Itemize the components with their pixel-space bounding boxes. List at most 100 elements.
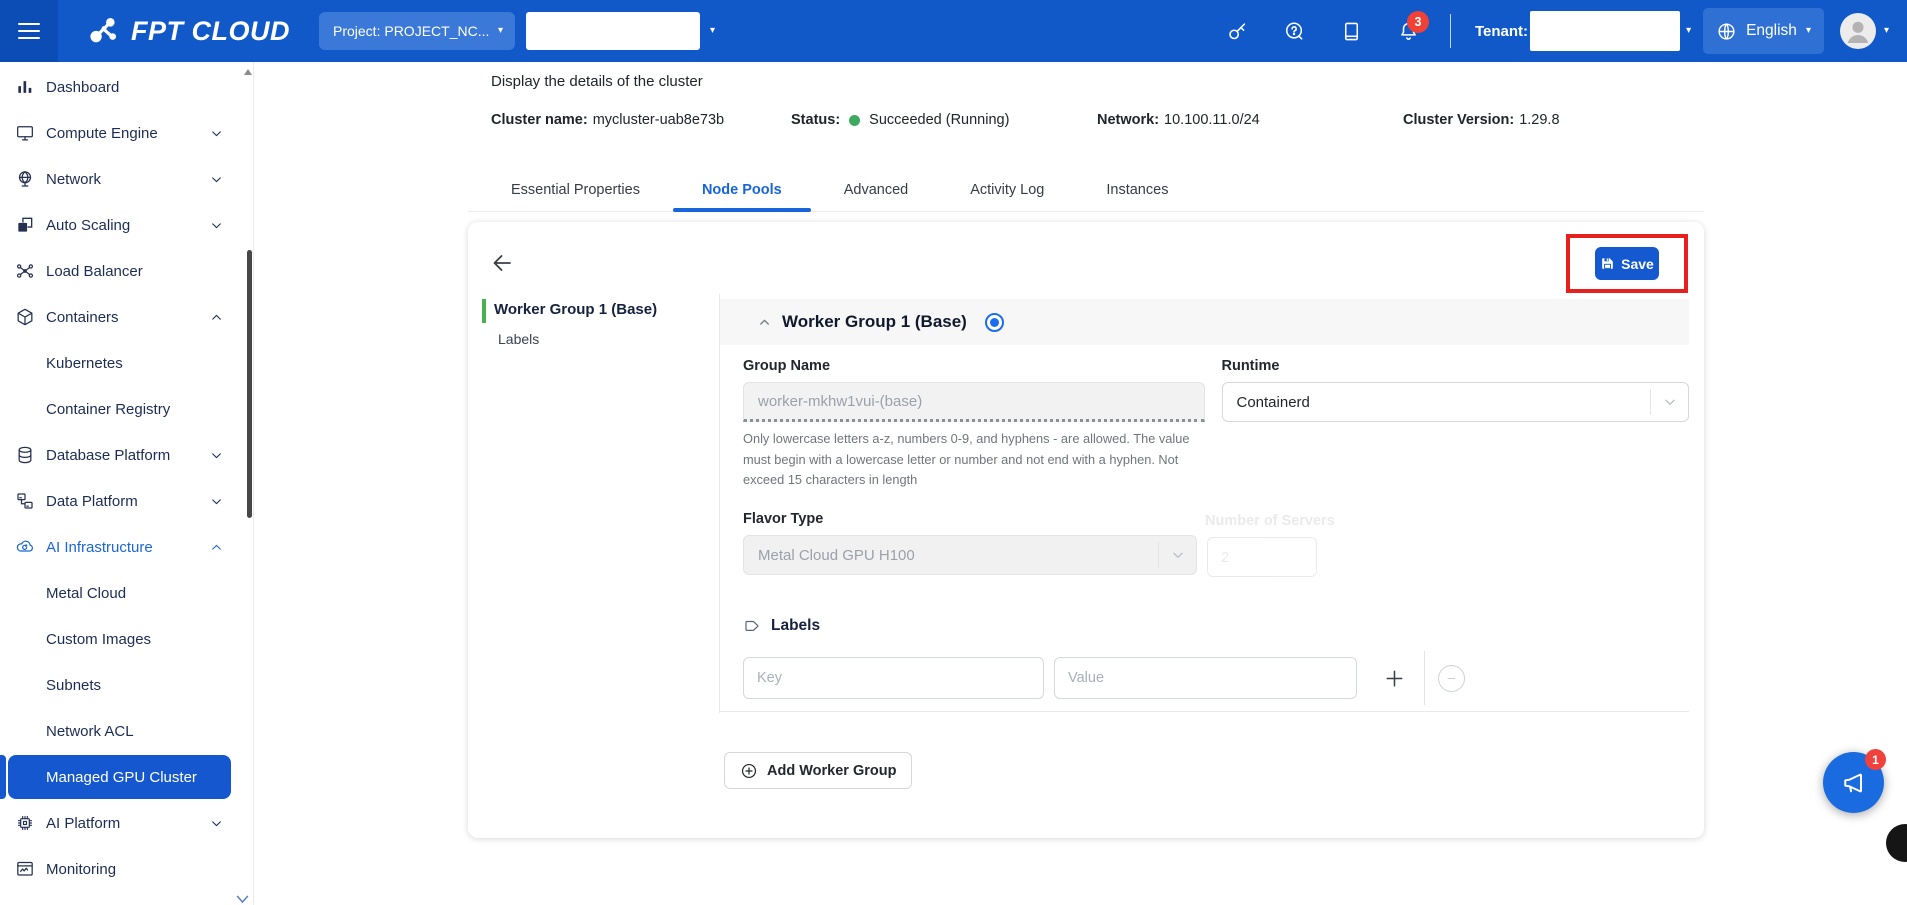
chevron-down-icon: [1650, 389, 1688, 415]
group-name-input[interactable]: [743, 382, 1205, 422]
project-selector-label: Project: PROJECT_NC...: [333, 23, 489, 39]
worker-group-panel: Worker Group 1 (Base) Group Name Only lo…: [720, 299, 1689, 712]
notification-badge: 3: [1407, 11, 1429, 33]
scroll-down-chevron-icon[interactable]: [235, 894, 250, 905]
sidebar-item-database-platform[interactable]: Database Platform: [0, 432, 253, 478]
key-icon[interactable]: [1226, 20, 1249, 43]
version-value: 1.29.8: [1519, 112, 1559, 128]
status-dot-green: [849, 115, 860, 126]
chevron-down-icon[interactable]: ▾: [1884, 26, 1889, 36]
documentation-icon[interactable]: [1340, 20, 1363, 43]
sidebar-item-subnets[interactable]: Subnets: [0, 662, 253, 708]
add-label-button[interactable]: [1383, 667, 1406, 690]
brand-logo[interactable]: FPT CLOUD: [85, 12, 290, 50]
chevron-down-icon: [1158, 542, 1196, 568]
chevron-down-icon: [210, 495, 223, 508]
sidebar: Dashboard Compute Engine Network Auto Sc…: [0, 62, 254, 905]
cluster-tabs: Essential Properties Node Pools Advanced…: [468, 168, 1704, 212]
row-divider: [1424, 651, 1425, 705]
language-selector[interactable]: English ▾: [1703, 8, 1824, 54]
runtime-value: Containerd: [1237, 394, 1310, 411]
redacted-tenant-box[interactable]: [1530, 11, 1680, 51]
project-selector[interactable]: Project: PROJECT_NC... ▾: [319, 12, 515, 50]
main-content: Display the details of the cluster Clust…: [255, 62, 1907, 905]
chevron-up-icon: [210, 541, 223, 554]
tab-advanced[interactable]: Advanced: [815, 168, 938, 211]
tab-essential-properties[interactable]: Essential Properties: [482, 168, 669, 211]
cluster-name-label: Cluster name:: [491, 112, 588, 128]
announcement-badge: 1: [1865, 749, 1886, 770]
database-icon: [15, 445, 35, 465]
worker-group-side-nav: Worker Group 1 (Base) Labels: [468, 296, 719, 347]
cluster-name-field: Cluster name: mycluster-uab8e73b: [491, 112, 724, 128]
group-name-label: Group Name: [743, 358, 1205, 374]
sidebar-item-custom-images[interactable]: Custom Images: [0, 616, 253, 662]
group-active-marker: [482, 299, 486, 323]
globe-icon: [1716, 21, 1737, 42]
announcements-floating-button[interactable]: 1: [1823, 752, 1884, 813]
save-button[interactable]: Save: [1595, 247, 1659, 280]
flavor-type-select[interactable]: Metal Cloud GPU H100: [743, 535, 1197, 575]
tab-instances[interactable]: Instances: [1077, 168, 1197, 211]
remove-label-button-disabled[interactable]: [1438, 665, 1465, 692]
sidebar-item-ai-infrastructure[interactable]: AI Infrastructure: [0, 524, 253, 570]
network-label: Network:: [1097, 112, 1159, 128]
runtime-select[interactable]: Containerd: [1222, 382, 1690, 422]
chevron-down-icon: [210, 817, 223, 830]
plus-circle-icon: [740, 762, 758, 780]
ghost-number-of-servers-label: Number of Servers: [1205, 513, 1335, 529]
tenant-label: Tenant:: [1475, 23, 1528, 40]
sidebar-item-kubernetes[interactable]: Kubernetes: [0, 340, 253, 386]
group-name-helper-text: Only lowercase letters a-z, numbers 0-9,…: [743, 429, 1205, 491]
hamburger-icon: [18, 18, 40, 43]
version-label: Cluster Version:: [1403, 112, 1514, 128]
sidebar-item-auto-scaling[interactable]: Auto Scaling: [0, 202, 253, 248]
sidebar-item-containers[interactable]: Containers: [0, 294, 253, 340]
user-icon: [1841, 14, 1875, 48]
tab-activity-log[interactable]: Activity Log: [941, 168, 1073, 211]
chevron-down-icon[interactable]: ▾: [710, 26, 715, 36]
sidebar-item-ai-platform[interactable]: AI Platform: [0, 800, 253, 846]
globe-stand-icon: [15, 169, 35, 189]
scroll-up-arrow-icon[interactable]: [243, 68, 253, 76]
sidebar-item-dashboard[interactable]: Dashboard: [0, 64, 253, 110]
back-button[interactable]: [490, 250, 516, 276]
cluster-name-value: mycluster-uab8e73b: [593, 112, 724, 128]
sidebar-item-metal-cloud[interactable]: Metal Cloud: [0, 570, 253, 616]
help-chat-icon[interactable]: [1283, 20, 1306, 43]
sidebar-item-managed-gpu-cluster[interactable]: Managed GPU Cluster: [8, 755, 231, 799]
sidebar-item-load-balancer[interactable]: Load Balancer: [0, 248, 253, 294]
label-key-input[interactable]: [743, 657, 1044, 699]
data-stack-icon: [15, 491, 35, 511]
worker-group-form: Group Name Only lowercase letters a-z, n…: [720, 345, 1689, 705]
worker-group-radio-selected[interactable]: [985, 313, 1004, 332]
worker-group-nav-item[interactable]: Worker Group 1 (Base): [468, 296, 719, 324]
sidebar-item-network-acl[interactable]: Network ACL: [0, 708, 253, 754]
sidebar-item-network[interactable]: Network: [0, 156, 253, 202]
floppy-save-icon: [1600, 256, 1615, 271]
avatar[interactable]: [1840, 13, 1876, 49]
plus-icon: [1383, 667, 1406, 690]
save-annotation-highlight: Save: [1566, 234, 1688, 293]
megaphone-icon: [1840, 769, 1868, 797]
chevron-down-icon: ▾: [1806, 26, 1811, 36]
hamburger-menu-button[interactable]: [0, 0, 58, 62]
cluster-network-field: Network: 10.100.11.0/24: [1097, 112, 1260, 128]
notifications-button[interactable]: 3: [1397, 20, 1420, 43]
add-worker-group-button[interactable]: Add Worker Group: [724, 752, 912, 789]
sidebar-item-monitoring[interactable]: Monitoring: [0, 846, 253, 892]
chevron-down-icon[interactable]: ▾: [1686, 26, 1691, 36]
top-navbar: FPT CLOUD Project: PROJECT_NC... ▾ ▾ 3 T…: [0, 0, 1907, 62]
minus-icon: [1445, 672, 1458, 685]
sidebar-item-container-registry[interactable]: Container Registry: [0, 386, 253, 432]
ghost-number-of-servers-value: 2: [1207, 537, 1317, 577]
cloud-sync-icon: [15, 537, 35, 557]
sidebar-scrollbar-thumb[interactable]: [247, 250, 252, 518]
active-indicator-bar: [0, 755, 6, 799]
collapse-chevron-up-icon[interactable]: [757, 315, 772, 330]
worker-group-nav-labels-item[interactable]: Labels: [468, 324, 719, 347]
tab-node-pools[interactable]: Node Pools: [673, 168, 811, 211]
label-value-input[interactable]: [1054, 657, 1357, 699]
sidebar-item-compute-engine[interactable]: Compute Engine: [0, 110, 253, 156]
sidebar-item-data-platform[interactable]: Data Platform: [0, 478, 253, 524]
